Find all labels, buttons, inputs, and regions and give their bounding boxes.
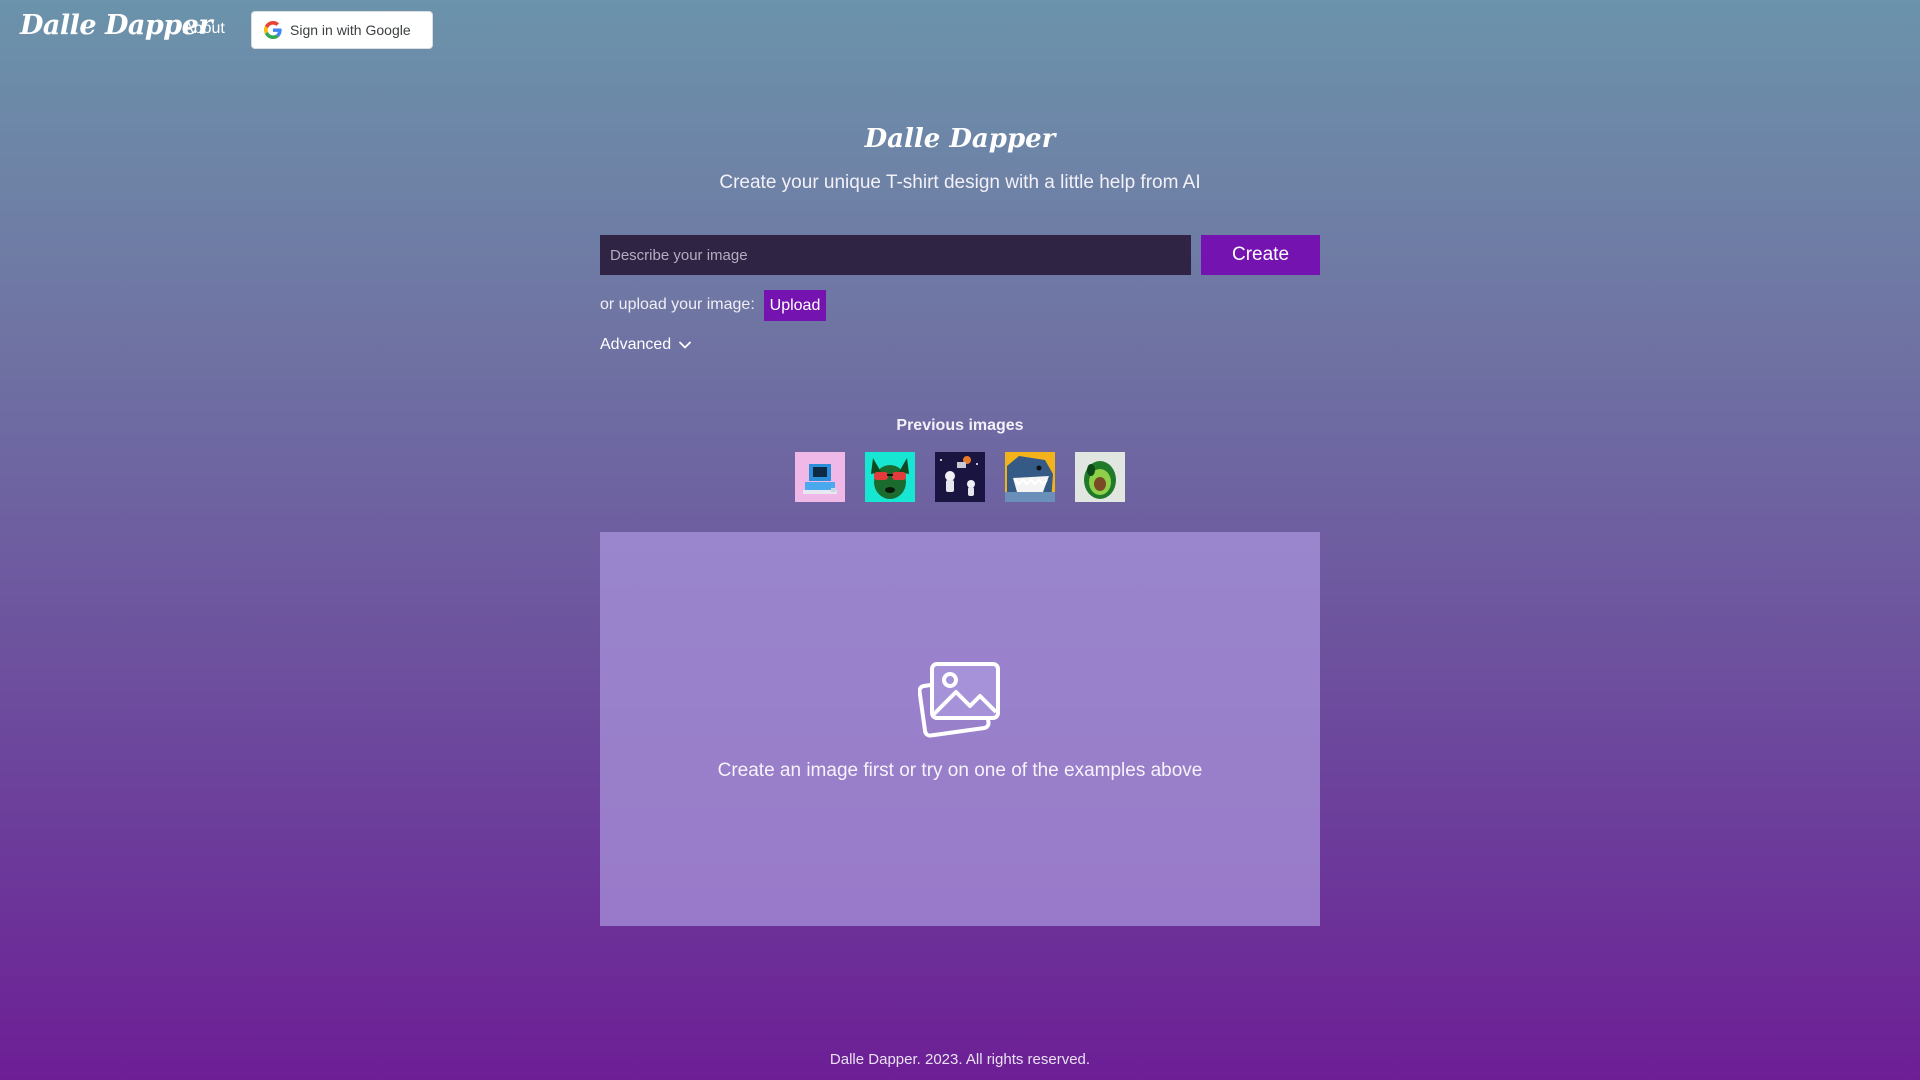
- create-button[interactable]: Create: [1201, 235, 1320, 275]
- design-preview-panel: Create an image first or try on one of t…: [600, 532, 1320, 926]
- image-placeholder-icon: [918, 662, 1000, 738]
- page-title: Dalle Dapper: [864, 124, 1056, 154]
- google-signin-button[interactable]: Sign in with Google: [251, 11, 433, 49]
- previous-images-heading: Previous images: [896, 417, 1024, 434]
- google-signin-label: Sign in with Google: [290, 22, 411, 38]
- thumb-astronauts-space[interactable]: [935, 452, 985, 502]
- thumb-dog-sunglasses[interactable]: [865, 452, 915, 502]
- advanced-toggle[interactable]: Advanced: [600, 336, 692, 354]
- page-subtitle: Create your unique T-shirt design with a…: [719, 172, 1201, 193]
- thumb-avocado[interactable]: [1075, 452, 1125, 502]
- previous-images-list: [795, 452, 1125, 502]
- top-navigation-bar: Dalle Dapper About Sign in with Google: [0, 0, 1920, 60]
- thumb-retro-computer[interactable]: [795, 452, 845, 502]
- upload-label: or upload your image:: [600, 296, 755, 313]
- nav-about-link[interactable]: About: [183, 20, 225, 38]
- thumb-shark[interactable]: [1005, 452, 1055, 502]
- image-description-input[interactable]: [600, 235, 1191, 275]
- preview-message: Create an image first or try on one of t…: [717, 760, 1203, 781]
- advanced-label: Advanced: [600, 336, 672, 353]
- footer-copyright: Dalle Dapper. 2023. All rights reserved.: [829, 1051, 1091, 1068]
- google-icon: [264, 21, 282, 39]
- upload-button[interactable]: Upload: [764, 290, 826, 321]
- chevron-down-icon: [679, 341, 692, 349]
